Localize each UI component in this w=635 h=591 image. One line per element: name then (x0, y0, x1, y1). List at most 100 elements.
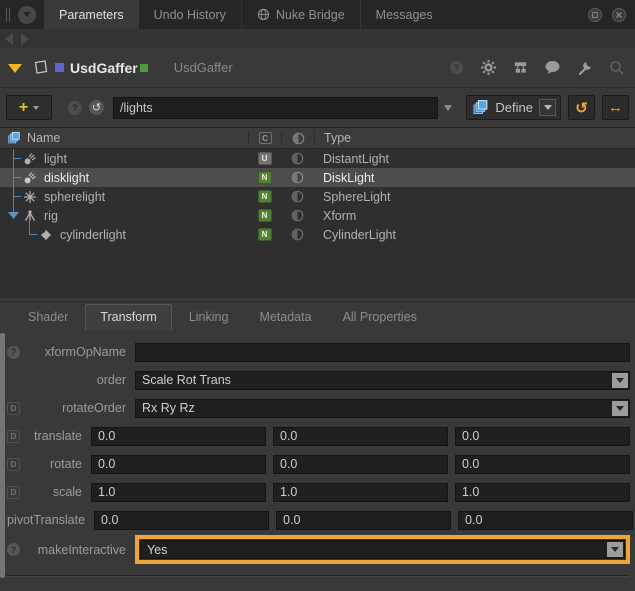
path-help-icon[interactable]: ? (68, 101, 82, 115)
scale-x-input[interactable] (91, 483, 266, 502)
help-icon[interactable]: ? (448, 59, 465, 76)
help-icon[interactable]: ? (7, 543, 20, 556)
column-header-type[interactable]: Type (314, 131, 635, 145)
node-subtitle: UsdGaffer (174, 60, 233, 75)
tab-metadata[interactable]: Metadata (245, 305, 325, 330)
reset-path-icon[interactable]: ↺ (89, 100, 104, 115)
tab-nuke-bridge[interactable]: Nuke Bridge (241, 0, 360, 29)
translate-y-input[interactable] (273, 427, 448, 446)
visibility-icon[interactable] (291, 171, 304, 184)
xformopname-input[interactable] (135, 343, 630, 362)
translate-x-input[interactable] (91, 427, 266, 446)
rotate-z-input[interactable] (455, 455, 630, 474)
translate-z-input[interactable] (455, 427, 630, 446)
path-dropdown-arrow[interactable] (438, 97, 458, 119)
tab-parameters[interactable]: Parameters (44, 0, 139, 29)
column-header-name[interactable]: Name (27, 131, 60, 145)
property-row-translate: D translate (0, 422, 635, 450)
default-indicator-icon: D (7, 486, 20, 499)
tree-row-label: light (44, 152, 67, 166)
comment-bubble-icon[interactable] (544, 59, 561, 76)
wrench-icon[interactable] (576, 59, 593, 76)
property-row-pivottranslate: pivotTranslate (0, 506, 635, 534)
composition-badge[interactable]: N (258, 228, 272, 241)
tree-row-light[interactable]: light U DistantLight (0, 149, 635, 168)
property-row-rotate: D rotate (0, 450, 635, 478)
panel-grip[interactable] (2, 0, 14, 29)
tab-shader[interactable]: Shader (14, 305, 82, 330)
makeinteractive-value: Yes (147, 543, 167, 557)
tree-row-cylinderlight[interactable]: cylinderlight N CylinderLight (0, 225, 635, 244)
visibility-icon[interactable] (291, 209, 304, 222)
composition-badge[interactable]: N (258, 171, 272, 184)
back-arrow-icon[interactable] (5, 33, 13, 45)
pivottranslate-x-input[interactable] (94, 511, 269, 530)
pivottranslate-z-input[interactable] (458, 511, 633, 530)
tab-undo-history[interactable]: Undo History (139, 0, 241, 29)
visibility-icon[interactable] (291, 228, 304, 241)
panel-menu-button[interactable] (18, 6, 36, 24)
define-value: Define (495, 100, 533, 115)
close-panel-icon[interactable] (611, 7, 627, 23)
composition-badge[interactable]: N (258, 209, 272, 222)
search-icon[interactable] (608, 59, 625, 76)
layers-icon (7, 131, 21, 145)
tree-row-label: disklight (44, 171, 89, 185)
layers-icon (472, 99, 489, 116)
refresh-button[interactable]: ↺ (568, 95, 595, 120)
chevron-down-icon[interactable] (607, 542, 623, 557)
add-prim-button[interactable]: + (6, 95, 52, 120)
composition-badge[interactable]: N (258, 190, 272, 203)
scale-z-input[interactable] (455, 483, 630, 502)
rotate-y-input[interactable] (273, 455, 448, 474)
collapse-triangle-icon[interactable] (8, 64, 22, 80)
node-header: UsdGaffer UsdGaffer ? (0, 48, 635, 88)
forward-arrow-icon[interactable] (21, 33, 29, 45)
default-indicator-icon: D (7, 430, 20, 443)
order-dropdown[interactable]: Scale Rot Trans (135, 371, 630, 390)
node-graph-icon[interactable] (512, 59, 529, 76)
rotateorder-value: Rx Ry Rz (142, 401, 195, 415)
define-dropdown[interactable]: Define (466, 95, 561, 120)
tab-all-properties[interactable]: All Properties (329, 305, 431, 330)
tab-transform[interactable]: Transform (85, 304, 172, 330)
tree-row-spherelight[interactable]: spherelight N SphereLight (0, 187, 635, 206)
tab-linking[interactable]: Linking (175, 305, 243, 330)
chevron-down-icon[interactable] (612, 373, 628, 388)
gear-icon[interactable] (480, 59, 497, 76)
float-panel-icon[interactable] (587, 7, 603, 23)
scrollbar[interactable] (0, 333, 5, 578)
tree-row-type: Xform (314, 209, 635, 223)
visibility-icon[interactable] (291, 152, 304, 165)
property-row-xformopname: ? xformOpName (0, 338, 635, 366)
rotateorder-dropdown[interactable]: Rx Ry Rz (135, 399, 630, 418)
tab-messages[interactable]: Messages (360, 0, 448, 29)
property-label: xformOpName (29, 345, 135, 359)
sun-icon (23, 190, 37, 204)
property-label: scale (21, 485, 91, 499)
visibility-column-icon[interactable] (292, 132, 305, 145)
swap-button[interactable]: ↔ (602, 95, 629, 120)
pivottranslate-y-input[interactable] (276, 511, 451, 530)
chevron-down-icon[interactable] (612, 401, 628, 416)
tree-row-rig[interactable]: rig N Xform (0, 206, 635, 225)
scale-y-input[interactable] (273, 483, 448, 502)
visibility-icon[interactable] (291, 190, 304, 203)
prim-path-input[interactable] (113, 97, 438, 119)
default-indicator-icon: D (7, 402, 20, 415)
makeinteractive-dropdown[interactable]: Yes (140, 540, 625, 559)
property-row-scale: D scale (0, 478, 635, 506)
help-icon[interactable]: ? (7, 346, 20, 359)
property-label: rotate (21, 457, 91, 471)
tree-row-disklight[interactable]: disklight N DiskLight (0, 168, 635, 187)
highlight-frame: Yes (135, 535, 630, 564)
node-status-square (140, 64, 148, 72)
rotate-x-input[interactable] (91, 455, 266, 474)
tab-label: Parameters (59, 8, 124, 22)
composition-column-icon[interactable]: C (259, 132, 272, 144)
define-dropdown-arrow[interactable] (539, 99, 556, 116)
spotlight-icon (23, 152, 37, 166)
tree-row-type: SphereLight (314, 190, 635, 204)
composition-badge[interactable]: U (258, 152, 272, 165)
plus-icon: + (19, 100, 28, 116)
